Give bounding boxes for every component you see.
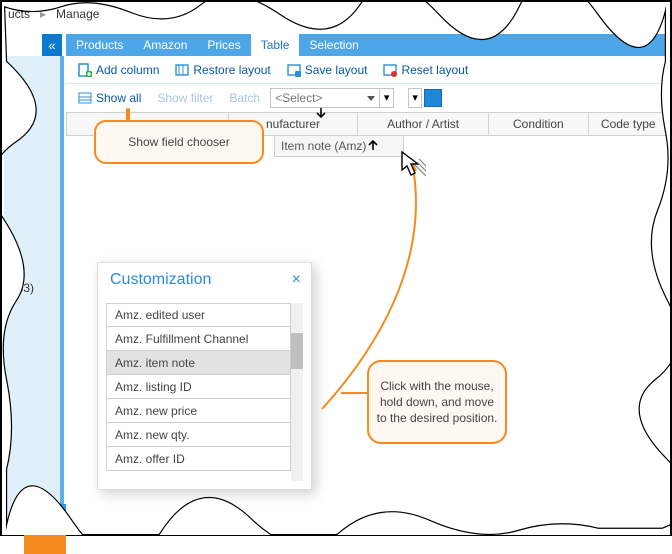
tab-amazon[interactable]: Amazon bbox=[133, 34, 197, 56]
list-item[interactable]: Amz. Fulfillment Channel bbox=[106, 327, 291, 351]
drop-indicator-down-icon bbox=[314, 107, 328, 121]
scrollbar-thumb[interactable] bbox=[291, 333, 303, 369]
restore-layout-button[interactable]: Restore layout bbox=[169, 61, 276, 79]
select-placeholder: <Select> bbox=[275, 91, 322, 105]
rail-block-orange bbox=[24, 528, 66, 554]
drag-ghost-header[interactable]: Item note (Amz) bbox=[274, 135, 404, 157]
callout-text: Show field chooser bbox=[128, 135, 229, 149]
callout-drag-instructions: Click with the mouse, hold down, and mov… bbox=[367, 360, 507, 444]
list-item[interactable]: Amz. new price bbox=[106, 399, 291, 423]
tab-selection[interactable]: Selection bbox=[299, 34, 368, 56]
button-label: Reset layout bbox=[401, 63, 468, 77]
field-list: Amz. edited user Amz. Fulfillment Channe… bbox=[106, 303, 291, 481]
save-layout-button[interactable]: Save layout bbox=[281, 61, 374, 79]
breadcrumb-item[interactable]: ucts bbox=[8, 7, 30, 21]
add-column-button[interactable]: Add column bbox=[72, 61, 165, 79]
batch-select[interactable]: <Select> bbox=[270, 88, 380, 108]
collapse-panel-button[interactable]: « bbox=[42, 34, 62, 56]
list-item[interactable]: Amz. listing ID bbox=[106, 375, 291, 399]
dialog-title: Customization bbox=[110, 271, 211, 289]
grid-icon bbox=[78, 91, 92, 105]
select-dropdown-button[interactable]: ▾ bbox=[380, 88, 394, 108]
filter-bar: Show all Show filter Batch <Select> ▾ ▾ bbox=[66, 84, 668, 112]
button-label: Batch bbox=[229, 91, 260, 105]
column-header[interactable]: Code type bbox=[589, 112, 668, 136]
toolbar: Add column Restore layout Save layout Re… bbox=[66, 56, 668, 84]
action-dropdown[interactable]: ▾ bbox=[408, 88, 422, 108]
scrollbar[interactable] bbox=[291, 303, 303, 481]
add-column-icon bbox=[78, 63, 92, 77]
restore-layout-icon bbox=[175, 63, 189, 77]
apply-button[interactable] bbox=[424, 89, 442, 107]
chevron-right-icon: ▸ bbox=[40, 7, 46, 21]
list-item[interactable]: Amz. item note bbox=[106, 351, 291, 375]
left-rail: 483) bbox=[4, 56, 64, 532]
customization-dialog[interactable]: Customization × Amz. edited user Amz. Fu… bbox=[97, 262, 312, 490]
show-all-button[interactable]: Show all bbox=[72, 89, 147, 107]
button-label: Restore layout bbox=[193, 63, 270, 77]
button-label: Show all bbox=[96, 91, 141, 105]
tab-products[interactable]: Products bbox=[66, 34, 133, 56]
chevron-down-icon: ▾ bbox=[412, 93, 418, 104]
drag-ghost-label: Item note (Amz) bbox=[281, 139, 366, 153]
button-label: Add column bbox=[96, 63, 159, 77]
list-item[interactable]: Amz. offer ID bbox=[106, 447, 291, 471]
list-item[interactable]: Amz. edited user bbox=[106, 303, 291, 327]
button-label: Save layout bbox=[305, 63, 368, 77]
chevron-left-double-icon: « bbox=[48, 38, 55, 53]
column-header[interactable]: Condition bbox=[489, 112, 588, 136]
callout-field-chooser: Show field chooser bbox=[94, 120, 264, 164]
close-button[interactable]: × bbox=[292, 271, 301, 289]
breadcrumb: ucts ▸ Manage bbox=[2, 2, 670, 26]
tab-table[interactable]: Table bbox=[251, 34, 300, 56]
callout-text: Click with the mouse, hold down, and mov… bbox=[375, 378, 499, 427]
list-item[interactable]: Amz. new qty. bbox=[106, 423, 291, 447]
reset-layout-icon bbox=[383, 63, 397, 77]
rail-block-blue bbox=[24, 504, 66, 528]
tab-prices[interactable]: Prices bbox=[197, 34, 250, 56]
save-layout-icon bbox=[287, 63, 301, 77]
breadcrumb-item[interactable]: Manage bbox=[56, 7, 99, 21]
chevron-down-icon: ▾ bbox=[384, 93, 390, 104]
drop-indicator-up-icon bbox=[366, 137, 380, 151]
button-label: Show filter bbox=[157, 91, 213, 105]
show-filter-button[interactable]: Show filter bbox=[151, 89, 219, 107]
ribbon-tabs: Products Amazon Prices Table Selection bbox=[66, 34, 668, 56]
cursor-icon bbox=[400, 150, 426, 180]
reset-layout-button[interactable]: Reset layout bbox=[377, 61, 474, 79]
count-label: 483) bbox=[10, 281, 34, 295]
column-header[interactable]: Author / Artist bbox=[358, 112, 489, 136]
batch-button[interactable]: Batch bbox=[223, 89, 266, 107]
